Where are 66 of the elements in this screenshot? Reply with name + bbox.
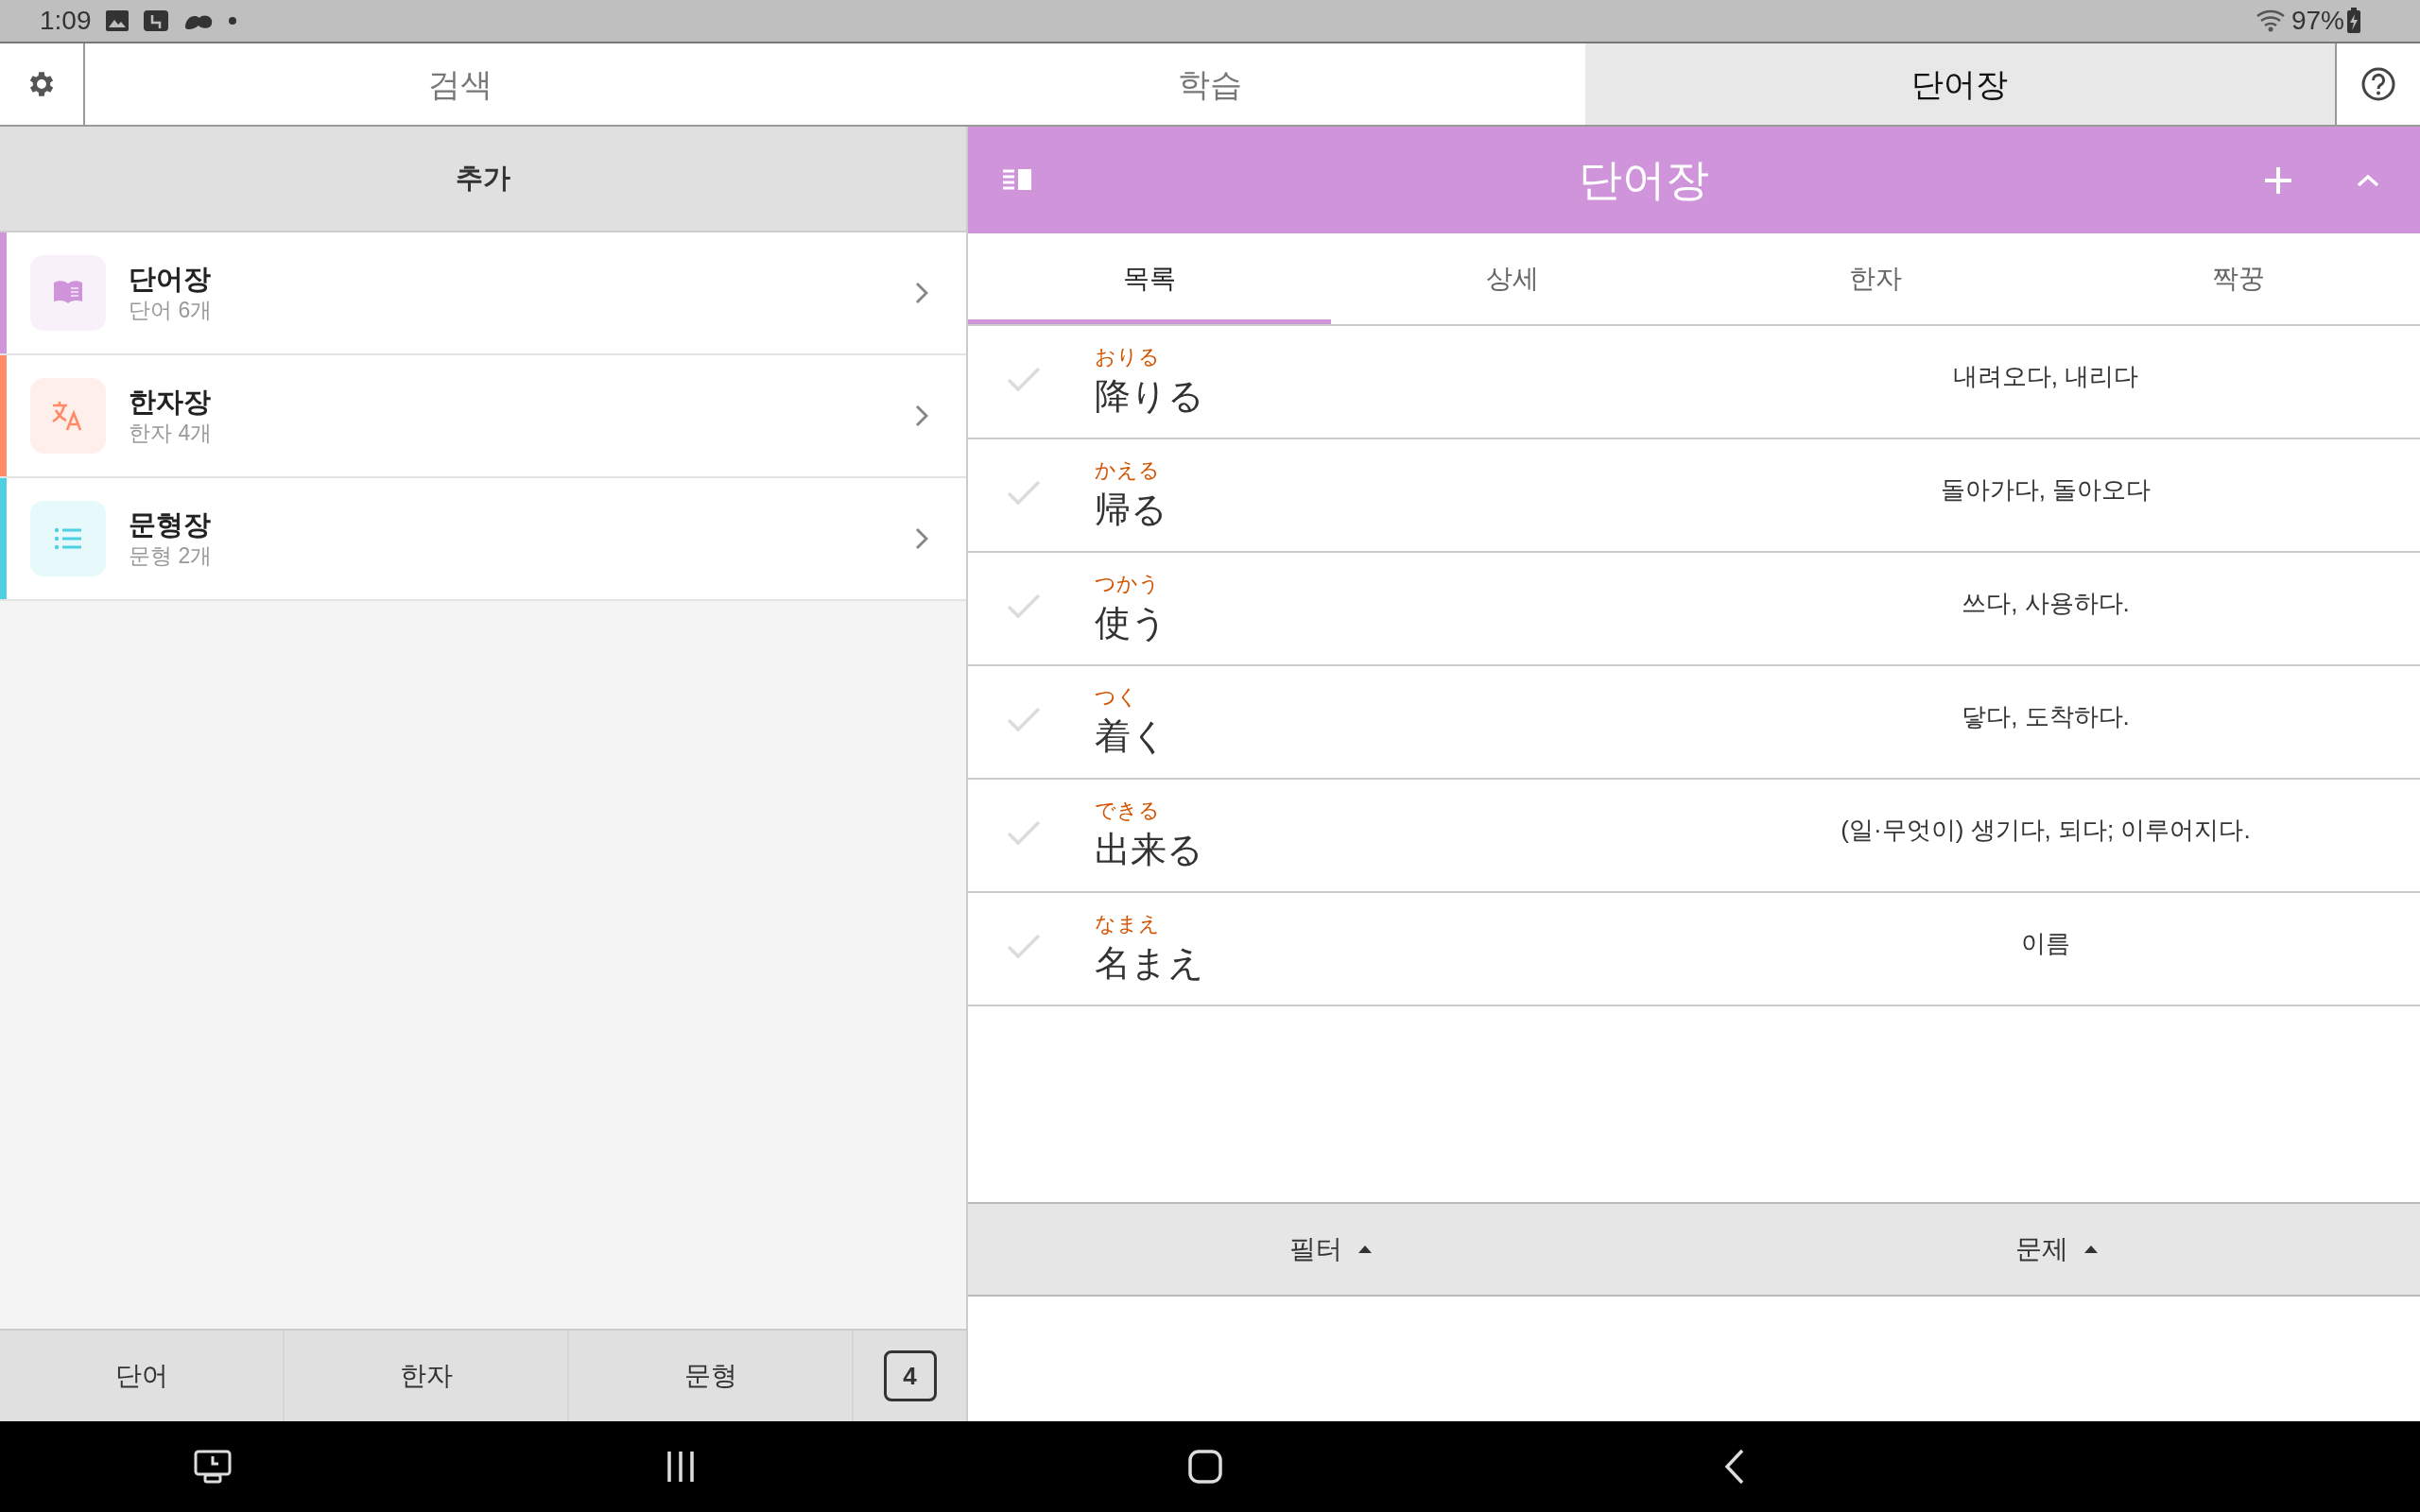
monitor-icon	[142, 9, 169, 32]
panel-title: 단어장	[1579, 154, 1709, 206]
tab[interactable]: 목록	[968, 233, 1331, 324]
item-count: 한자 4개	[129, 420, 214, 447]
item-title: 한자장	[129, 386, 212, 419]
word-row[interactable]: おりる 降りる 내려오다, 내리다	[968, 326, 2420, 439]
meaning-text: 닿다, 도착하다.	[1962, 700, 2130, 732]
chevron-right-icon	[915, 527, 928, 550]
dropdown-button[interactable]: 필터	[968, 1204, 1694, 1295]
word-row[interactable]: かえる 帰る 돌아가다, 돌아오다	[968, 439, 2420, 553]
word-row[interactable]: つく 着く 닿다, 도착하다.	[968, 666, 2420, 780]
list-item[interactable]: 문형장 문형 2개	[0, 478, 966, 601]
recent-screen-icon[interactable]	[194, 1450, 232, 1484]
item-count: 단어 6개	[129, 297, 214, 324]
meaning-text: 쓰다, 사용하다.	[1962, 587, 2130, 619]
word-text: 降りる	[1095, 375, 1205, 418]
check-icon[interactable]	[1006, 818, 1042, 847]
clock: 1:09	[40, 5, 92, 37]
reading-text: できる	[1095, 798, 1161, 824]
reading-text: おりる	[1095, 344, 1161, 370]
item-count: 문형 2개	[129, 542, 214, 570]
check-icon[interactable]	[1006, 478, 1042, 507]
dot-icon	[227, 16, 237, 26]
back-icon[interactable]	[1723, 1448, 1746, 1486]
help-icon	[2360, 66, 2396, 102]
battery-icon	[2346, 8, 2361, 34]
meaning-text: 이름	[2021, 927, 2070, 959]
check-icon[interactable]	[1006, 932, 1042, 960]
meaning-text: (일·무엇이) 생기다, 되다; 이루어지다.	[1841, 814, 2251, 846]
word-text: 出来る	[1095, 829, 1204, 871]
meaning-text: 내려오다, 내리다	[1952, 360, 2139, 392]
list-item[interactable]: 단어장 단어 6개	[0, 232, 966, 355]
count-badge: 4	[883, 1350, 937, 1401]
check-icon[interactable]	[1006, 365, 1042, 393]
check-icon[interactable]	[1006, 592, 1042, 620]
image-icon	[104, 9, 130, 32]
reading-text: つかう	[1095, 571, 1161, 597]
chevron-right-icon	[915, 404, 928, 427]
caret-up-icon	[2083, 1245, 2099, 1254]
word-row[interactable]: なまえ 名まえ 이름	[968, 893, 2420, 1006]
check-icon[interactable]	[1006, 705, 1042, 733]
word-row[interactable]: つかう 使う 쓰다, 사용하다.	[968, 553, 2420, 666]
reading-text: つく	[1095, 684, 1139, 711]
caret-up-icon	[1357, 1245, 1373, 1254]
add-header[interactable]: 추가	[0, 127, 966, 232]
tab[interactable]: 단어장	[1584, 43, 2335, 125]
list-item[interactable]: 한자장 한자 4개	[0, 355, 966, 478]
word-text: 使う	[1095, 602, 1168, 644]
battery-level: 97%	[2290, 5, 2344, 37]
meaning-text: 돌아가다, 돌아오다	[1940, 473, 2152, 506]
plus-icon	[2263, 164, 2293, 196]
tab[interactable]: 상세	[1331, 233, 1694, 324]
word-text: 着く	[1095, 715, 1168, 758]
reading-text: かえる	[1095, 457, 1161, 484]
reading-text: なまえ	[1095, 911, 1161, 937]
tab[interactable]: 한자	[1694, 233, 2057, 324]
word-row[interactable]: できる 出来る (일·무엇이) 생기다, 되다; 이루어지다.	[968, 780, 2420, 893]
chevron-right-icon	[915, 282, 928, 304]
word-text: 名まえ	[1095, 942, 1205, 985]
word-text: 帰る	[1095, 489, 1168, 531]
chevron-up-icon	[2357, 173, 2379, 187]
item-title: 문형장	[129, 508, 212, 541]
home-icon[interactable]	[1188, 1450, 1222, 1484]
tab[interactable]: 짝꿍	[2057, 233, 2420, 324]
item-title: 단어장	[129, 263, 212, 296]
dropdown-button[interactable]: 문제	[1694, 1204, 2420, 1295]
